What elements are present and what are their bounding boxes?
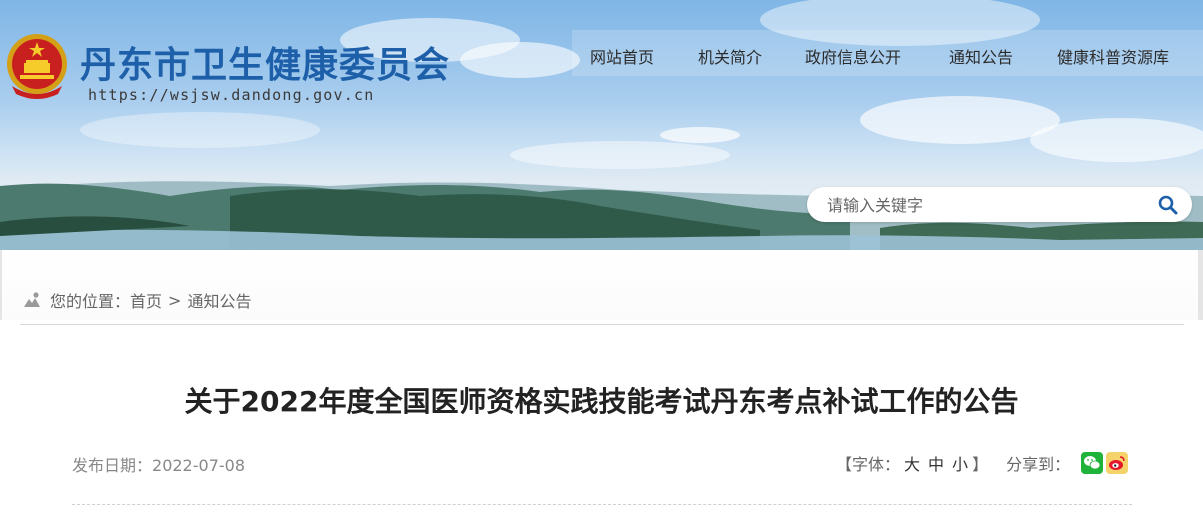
font-size-label-close: 】 [972,455,989,474]
location-icon [24,292,40,307]
font-size-small-button[interactable]: 小 [952,451,968,475]
breadcrumb-separator: > [168,290,182,310]
card-right-edge [1198,250,1203,320]
font-size-large-button[interactable]: 大 [904,451,920,475]
publish-date-label: 发布日期： [72,456,153,475]
wechat-share-button[interactable] [1081,452,1104,474]
weibo-share-button[interactable] [1106,452,1129,474]
nav-item-gov-info[interactable]: 政府信息公开 [805,44,901,68]
article-title: 关于2022年度全国医师资格实践技能考试丹东考点补试工作的公告 [184,385,1019,418]
publish-date: 发布日期：2022-07-08 [72,452,245,476]
meta-divider [72,504,1132,505]
weibo-icon [1109,456,1125,470]
site-title[interactable]: 丹东市卫生健康委员会 [80,36,450,88]
font-size-label-open: 【字体： [836,455,901,474]
nav-item-about[interactable]: 机关简介 [698,44,762,68]
article-tools: 【字体： 大 中 小 】 分享到： [836,450,1129,476]
nav-item-health-resources[interactable]: 健康科普资源库 [1057,44,1169,68]
breadcrumb-home-link[interactable]: 首页 [130,288,162,312]
card-left-edge [0,250,2,320]
search-box [807,187,1192,222]
nav-item-home[interactable]: 网站首页 [590,44,654,68]
search-input[interactable] [825,193,1149,217]
breadcrumb-divider [20,324,1184,325]
main-nav: 网站首页 机关简介 政府信息公开 通知公告 健康科普资源库 [572,30,1203,76]
publish-date-value: 2022-07-08 [152,456,245,475]
breadcrumb: 您的位置： 首页 > 通知公告 [22,288,251,312]
breadcrumb-current-link[interactable]: 通知公告 [187,288,251,312]
breadcrumb-prefix: 您的位置： [50,292,131,311]
nav-item-notices[interactable]: 通知公告 [949,44,1013,68]
font-size-medium-button[interactable]: 中 [928,451,944,475]
site-url: https://wsjsw.dandong.gov.cn [88,86,375,104]
search-icon[interactable] [1156,193,1180,217]
wechat-icon [1084,456,1101,470]
header-banner: 丹东市卫生健康委员会 https://wsjsw.dandong.gov.cn … [0,0,1203,250]
national-emblem-logo [7,34,67,99]
share-label: 分享到： [1006,455,1071,474]
